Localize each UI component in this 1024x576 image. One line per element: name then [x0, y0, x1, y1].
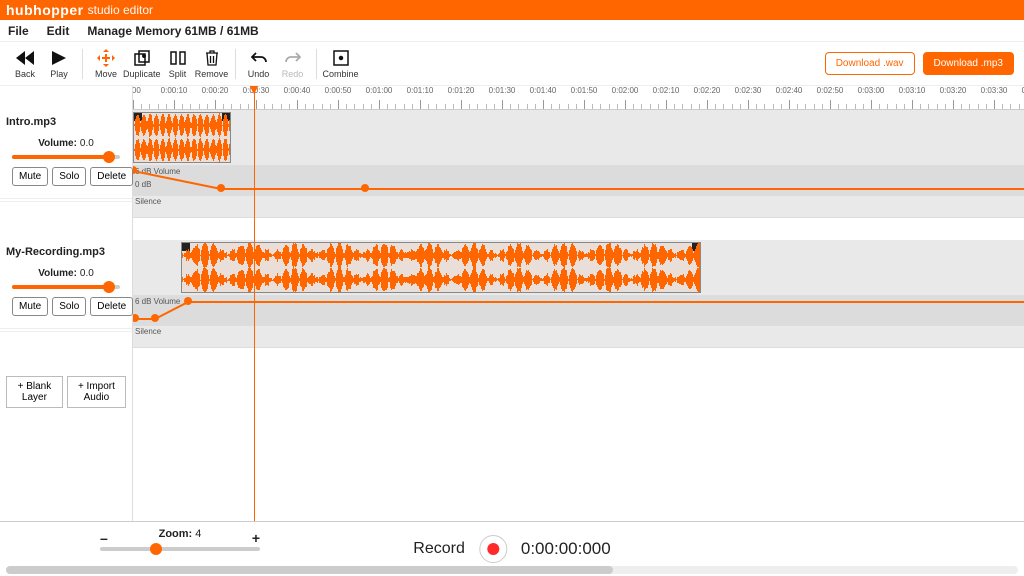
timeline[interactable]: 0:000:00:100:00:200:00:300:00:400:00:500… [133, 86, 1024, 521]
split-icon [169, 49, 187, 67]
back-button[interactable]: Back [8, 44, 42, 84]
volume-node[interactable] [361, 184, 369, 192]
delete-track-button[interactable]: Delete [90, 297, 133, 316]
combine-button[interactable]: Combine [323, 44, 359, 84]
download-wav-button[interactable]: Download .wav [825, 52, 915, 75]
import-audio-button[interactable]: + Import Audio [67, 376, 126, 408]
mute-button[interactable]: Mute [12, 297, 48, 316]
audio-lane[interactable] [133, 110, 1024, 166]
remove-button[interactable]: Remove [195, 44, 229, 84]
audio-clip[interactable] [133, 112, 231, 163]
app-title-bar: hubhopper studio editor [0, 0, 1024, 20]
add-blank-layer-button[interactable]: + Blank Layer [6, 376, 63, 408]
record-icon [487, 543, 499, 555]
brand-name: hubhopper [6, 2, 84, 18]
silence-lane[interactable]: Silence [133, 196, 1024, 218]
volume-lane[interactable]: 6 dB Volume0 dB [133, 166, 1024, 196]
undo-button[interactable]: Undo [242, 44, 276, 84]
volume-node[interactable] [151, 314, 159, 322]
menu-memory[interactable]: Manage Memory 61MB / 61MB [87, 24, 258, 38]
audio-clip[interactable] [181, 242, 701, 293]
solo-button[interactable]: Solo [52, 297, 86, 316]
track-panel: Intro.mp3Volume: 0.0MuteSoloDeleteMy-Rec… [0, 86, 133, 521]
menu-file[interactable]: File [8, 24, 29, 38]
record-time: 0:00:00:000 [521, 539, 611, 559]
zoom-slider[interactable] [100, 547, 260, 551]
trash-icon [203, 49, 221, 67]
zoom-control: – Zoom: 4 + [100, 528, 260, 551]
split-button[interactable]: Split [161, 44, 195, 84]
brand-sub: studio editor [88, 3, 153, 17]
record-button[interactable] [479, 535, 507, 563]
menu-edit[interactable]: Edit [47, 24, 70, 38]
duplicate-icon [133, 49, 151, 67]
horizontal-scrollbar[interactable] [6, 566, 1018, 574]
mute-button[interactable]: Mute [12, 167, 48, 186]
footer: – Zoom: 4 + Record 0:00:00:000 [0, 521, 1024, 576]
playhead[interactable] [254, 86, 255, 521]
volume-slider[interactable] [12, 155, 120, 159]
record-label: Record [413, 540, 465, 558]
time-ruler[interactable]: 0:000:00:100:00:200:00:300:00:400:00:500… [133, 86, 1024, 110]
combine-icon [332, 49, 350, 67]
silence-lane[interactable]: Silence [133, 326, 1024, 348]
toolbar: Back Play Move Duplicate Split Remove Un… [0, 42, 1024, 86]
rewind-icon [16, 49, 34, 67]
delete-track-button[interactable]: Delete [90, 167, 133, 186]
zoom-in-button[interactable]: + [252, 530, 260, 546]
track-name: My-Recording.mp3 [0, 240, 132, 258]
play-button[interactable]: Play [42, 44, 76, 84]
undo-icon [250, 49, 268, 67]
track-name: Intro.mp3 [0, 110, 132, 128]
audio-lane[interactable] [133, 240, 1024, 296]
duplicate-button[interactable]: Duplicate [123, 44, 161, 84]
zoom-out-button[interactable]: – [100, 530, 108, 546]
volume-node[interactable] [133, 314, 139, 322]
play-icon [50, 49, 68, 67]
menu-bar: File Edit Manage Memory 61MB / 61MB [0, 20, 1024, 42]
move-button[interactable]: Move [89, 44, 123, 84]
volume-lane[interactable]: 6 dB Volume [133, 296, 1024, 326]
redo-button[interactable]: Redo [276, 44, 310, 84]
move-icon [97, 49, 115, 67]
volume-node[interactable] [217, 184, 225, 192]
redo-icon [284, 49, 302, 67]
download-mp3-button[interactable]: Download .mp3 [923, 52, 1014, 75]
volume-node[interactable] [184, 297, 192, 305]
solo-button[interactable]: Solo [52, 167, 86, 186]
volume-slider[interactable] [12, 285, 120, 289]
